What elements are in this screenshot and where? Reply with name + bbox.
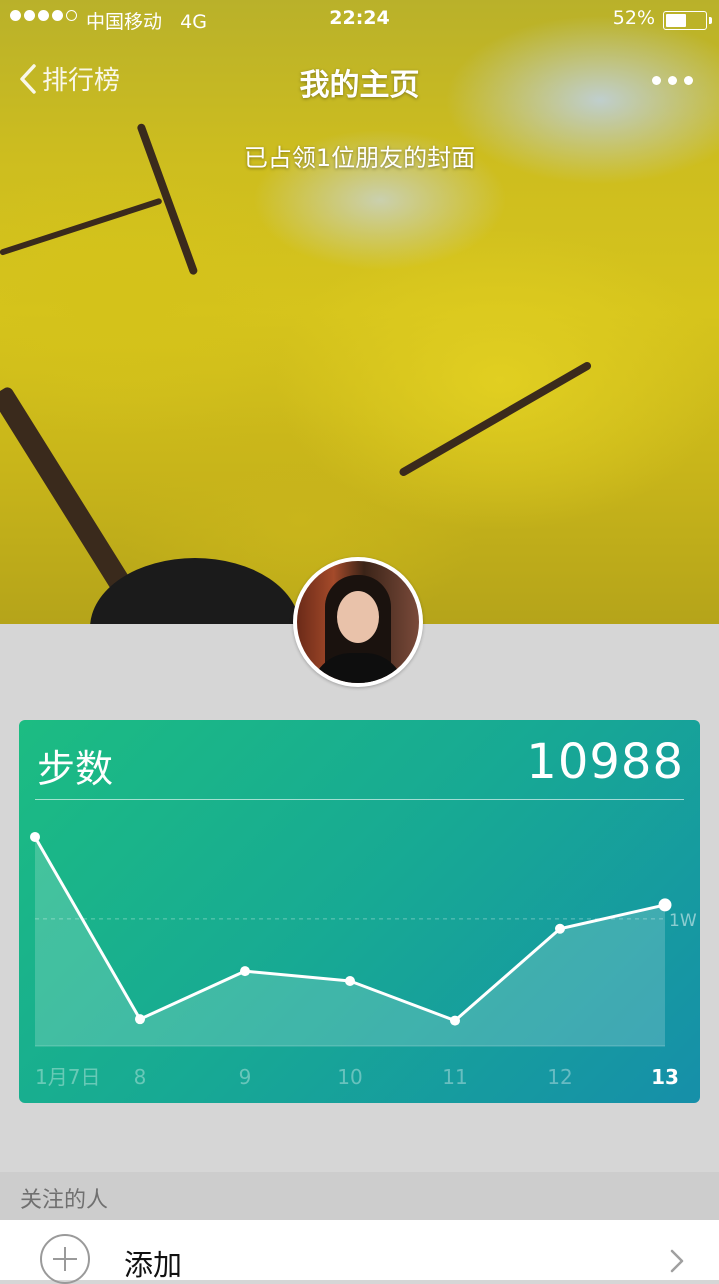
page-title: 我的主页 (299, 68, 420, 103)
chart-reference-label: 1W (669, 911, 697, 931)
chevron-right-icon (670, 1249, 684, 1273)
battery-icon (663, 11, 712, 30)
cover-subtitle: 已占领1位朋友的封面 (243, 144, 476, 172)
chart-x-label-0: 1月7日 (35, 1065, 100, 1089)
avatar[interactable] (293, 557, 423, 687)
tree-branch (0, 197, 163, 256)
chart-point-2 (240, 966, 250, 977)
chart-point-1 (135, 1014, 145, 1025)
chart-x-label-6: 13 (651, 1065, 679, 1089)
chart-x-label-5: 12 (547, 1065, 572, 1089)
chart-point-4 (450, 1015, 460, 1026)
chart-point-3 (345, 976, 355, 987)
tree-branch (398, 360, 593, 478)
add-follow-row[interactable]: 添加 (0, 1220, 719, 1284)
steps-card[interactable]: 步数 10988 1W 1月7日 8 9 10 11 12 13 (19, 720, 700, 1103)
follow-section-header: 关注的人 (0, 1172, 719, 1220)
tree-branch (0, 385, 132, 592)
chart-point-6 (658, 898, 672, 912)
chart-x-label-4: 11 (442, 1065, 467, 1089)
more-options-icon[interactable] (652, 76, 693, 85)
avatar-photo (297, 561, 419, 683)
plus-circle-icon (40, 1234, 90, 1284)
nav-bar: 排行榜 我的主页 (0, 56, 719, 106)
chart-x-label-1: 8 (134, 1065, 147, 1089)
chart-x-label-3: 10 (337, 1065, 362, 1089)
status-time: 22:24 (329, 7, 390, 29)
status-bar: 中国移动 4G 22:24 52% (0, 0, 719, 40)
steps-line-chart: 1W 1月7日 8 9 10 11 12 13 (30, 831, 697, 1089)
battery-percent: 52% (612, 7, 655, 29)
chart-point-5 (555, 923, 565, 934)
chart-point-0 (30, 831, 40, 842)
follow-section-title: 关注的人 (20, 1188, 109, 1213)
chart-area-fill (35, 836, 665, 1046)
chart-x-label-2: 9 (239, 1065, 252, 1089)
add-label: 添加 (124, 1248, 183, 1282)
